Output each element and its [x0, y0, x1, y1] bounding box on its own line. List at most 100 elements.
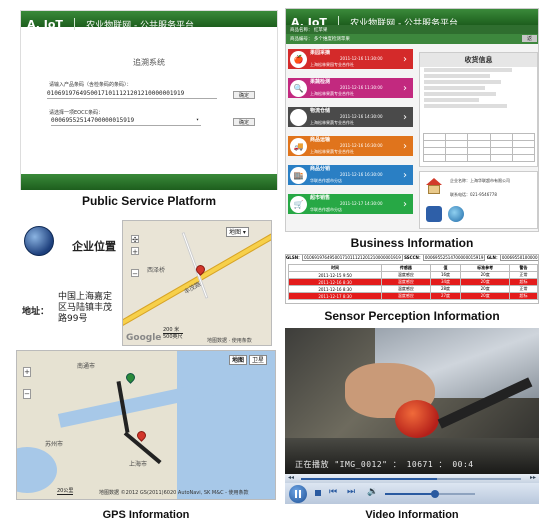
cell-time: 2011-12-17 8:30 [287, 292, 383, 300]
receipt-info-panel: 收货信息 [419, 52, 538, 167]
table-row: 2011-12-16 8:30 温度感应 34度 20度 超标 [287, 278, 538, 286]
pause-icon [295, 490, 297, 498]
pan-control[interactable]: ✣ [131, 235, 139, 244]
stage-card[interactable]: 🔍 果蔬检测 2011-12-16 11:30:00 上海松林果蔬专业合作社 › [288, 78, 413, 98]
stage-card-text: 商品分销 2011-12-16 16:30:00 华联合作超市分店 [310, 166, 397, 184]
sensor-header: GLSN： 01069197649500171011121201210000001… [286, 255, 538, 261]
map-attribution-2[interactable]: 地图数据 ©2012 GS(2011)6020 AutoNavi, SK M&C… [99, 489, 249, 496]
eocc-select[interactable]: 00069552514700000015919 ▾ [51, 117, 201, 126]
stage-card-text: 超市销售 2011-12-17 14:30:00 华联合作超市分店 [310, 195, 397, 213]
chevron-right-icon[interactable]: › [397, 141, 413, 152]
stage-card-subtitle: 华联合作超市分店 [310, 207, 342, 212]
cell-value: 16度 [429, 271, 462, 279]
pause-button[interactable] [289, 485, 307, 503]
house-icon [424, 178, 444, 196]
seek-back-icon[interactable]: ◂◂ [288, 474, 294, 481]
cart-icon: 🛒 [290, 195, 307, 213]
map-button[interactable]: 地图 [229, 355, 248, 365]
address-label: 地址： [22, 307, 50, 317]
cell-ref: 20度 [460, 292, 510, 300]
stage-card[interactable]: 🛒 超市销售 2011-12-17 14:30:00 华联合作超市分店 › [288, 194, 413, 214]
volume-level [385, 493, 435, 495]
cell-alert: 正常 [508, 271, 538, 279]
platform-brand: A. IoT [27, 18, 63, 31]
regional-map[interactable]: 苏州市 上海市 南通市 + − 地图 卫星 20公里 地图数据 ©2012 GS… [16, 350, 276, 500]
company-info-panel: 企业名称：上海华联超市有限公司 联系电话：021-9546778 [419, 171, 538, 229]
company-phone-label: 联系电话：021-9546778 [450, 192, 497, 197]
stage-card[interactable]: ▦ 物流仓储 2011-12-16 14:30:00 上海松林果蔬专业合作社 › [288, 107, 413, 127]
pause-icon-bar2 [299, 490, 301, 498]
seek-forward-icon[interactable]: ▸▸ [530, 474, 536, 481]
col-alert: 警告 [508, 264, 538, 272]
chevron-right-icon[interactable]: › [397, 199, 413, 210]
stage-card[interactable]: 🍎 果园采摘 2011-12-16 11:30:00 上海松林果园专业合作社 › [288, 49, 413, 69]
map-attribution[interactable]: 地图数据 · 使用条款 [207, 337, 252, 344]
receipt-info-lines [424, 66, 534, 110]
chevron-right-icon[interactable]: › [397, 54, 413, 65]
stage-card-subtitle: 上海松林果蔬专业合作社 [310, 120, 354, 125]
apple-icon: 🍎 [290, 50, 307, 68]
truck-icon: 🚚 [290, 137, 307, 155]
stage-card-text: 果园采摘 2011-12-16 11:30:00 上海松林果园专业合作社 [310, 50, 397, 68]
receipt-mini-table [422, 133, 536, 162]
warehouse-icon: ▦ [290, 108, 307, 126]
lake-taihu [17, 447, 57, 493]
zoom-in-button-2[interactable]: + [23, 367, 31, 377]
cell-alert: 超标 [508, 278, 538, 286]
map-type-select[interactable]: 地图 ▾ [226, 227, 249, 237]
globe-icon [448, 206, 464, 222]
next-icon[interactable]: ⏭ [347, 487, 355, 497]
cell-alert: 正常 [508, 285, 538, 293]
caption-sensor: Sensor Perception Information [324, 309, 500, 323]
previous-icon[interactable]: ⏮ [329, 487, 337, 497]
eocc-selected-value: 00069552514700000015919 [51, 117, 135, 124]
chevron-right-icon[interactable]: › [397, 83, 413, 94]
seek-progress [301, 478, 438, 480]
stage-card[interactable]: 🚚 商品运输 2011-12-16 16:30:00 上海松林果蔬专业合作社 › [288, 136, 413, 156]
city-label-nantong: 南通市 [77, 363, 96, 370]
zoom-out-button[interactable]: − [131, 269, 139, 278]
satellite-button[interactable]: 卫星 [249, 355, 268, 365]
zoom-out-button-2[interactable]: − [23, 389, 31, 399]
inspection-icon: 🔍 [290, 79, 307, 97]
route-start-pin[interactable] [124, 371, 137, 384]
video-panel: 正在播放 "IMG_0012" ： 10671 ： 00:4 ◂◂ ▸▸ ⏮ ⏭… [285, 328, 539, 504]
eocc-select-label: 请选择一项EOCC条码： [49, 110, 104, 116]
cell-ref: 20度 [460, 285, 510, 293]
cell-ref: 20度 [460, 271, 510, 279]
barcode-input-label: 请输入产品条码（含检条码的条码）： [49, 82, 132, 88]
cell-sensor: 温度感应 [381, 285, 431, 293]
stage-card-subtitle: 华联合作超市分店 [310, 178, 342, 183]
stage-card[interactable]: 🏬 商品分销 2011-12-16 16:30:00 华联合作超市分店 › [288, 165, 413, 185]
back-button[interactable]: 返 [521, 35, 537, 42]
video-seekbar[interactable]: ◂◂ ▸▸ [285, 474, 539, 483]
street-map[interactable]: 丰茂路 西泽桥 ✣ + − 地图 ▾ Google 200 米 500英尺 地图… [122, 220, 272, 346]
sensor-table: 时间 传感器 值 标准参考 警告 2011-12-15 9:50 温度感应 16度 2… [287, 264, 538, 300]
seek-track[interactable] [301, 478, 521, 480]
zoom-in-button[interactable]: + [131, 247, 139, 256]
barcode-input[interactable]: 01069197649500171011121201210000001919 [47, 90, 217, 99]
platform-footer-bar [21, 174, 277, 190]
chevron-right-icon[interactable]: › [397, 170, 413, 181]
trace-heading: 追溯系统 [133, 58, 165, 67]
col-sensor: 传感器 [381, 264, 431, 272]
chevron-right-icon[interactable]: › [397, 112, 413, 123]
query-button-2[interactable]: 确定 [233, 118, 255, 126]
sensor-panel: GLSN： 01069197649500171011121201210000001… [285, 254, 539, 304]
volume-icon[interactable]: 🔉 [367, 487, 378, 497]
video-caption: 正在播放 "IMG_0012" ： 10671 ： 00:4 [295, 460, 474, 469]
caption-public-service: Public Service Platform [81, 194, 217, 208]
volume-slider[interactable] [385, 490, 475, 498]
video-apple [395, 400, 439, 438]
road-label: 丰茂路 [182, 280, 203, 296]
stage-card-time: 2011-12-16 16:30:00 [340, 143, 383, 148]
business-nav-2: 商品编号： 多个维度检测苹果 返 [286, 34, 538, 44]
query-button[interactable]: 确定 [233, 91, 255, 99]
chevron-down-icon: ▾ [195, 117, 199, 123]
stop-icon[interactable] [315, 490, 321, 496]
cell-value: 27度 [429, 292, 462, 300]
table-row: 2011-12-15 9:50 温度感应 16度 20度 正常 [287, 271, 538, 279]
cell-time: 2011-12-16 8:30 [287, 278, 383, 286]
volume-knob[interactable] [430, 490, 439, 498]
cell-sensor: 温度感应 [381, 271, 431, 279]
